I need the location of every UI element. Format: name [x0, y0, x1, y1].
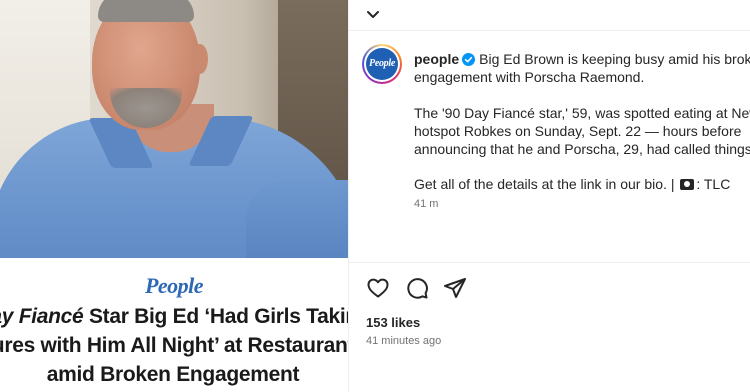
post-timestamp[interactable]: 41 minutes ago [366, 335, 441, 347]
caption-bio-link: Get all of the details at the link in ou… [414, 175, 730, 193]
headline-line3: amid Broken Engagement [46, 363, 300, 386]
caption-line-1: Big Ed Brown is keeping busy amid his br… [479, 51, 750, 67]
paragraph-line-3: announcing that he and Porscha, 29, had … [414, 141, 750, 157]
caption-line-2: engagement with Porscha Raemond. [414, 69, 645, 85]
comment-icon[interactable] [405, 276, 429, 300]
divider [349, 30, 750, 31]
camera-icon [680, 179, 695, 190]
caption-paragraph: The '90 Day Fiancé star,' 59, was spotte… [414, 104, 750, 158]
divider [349, 262, 750, 263]
article-headline: Day Fiancé Star Big Ed ‘Had Girls Taking… [0, 302, 348, 389]
headline-line1: Star Big Ed ‘Had Girls Taking [83, 305, 348, 328]
caption-timestamp: 41 m [414, 198, 439, 210]
heart-icon[interactable] [366, 276, 390, 300]
avatar-logo: People [366, 48, 398, 80]
post-photo [0, 0, 348, 258]
post-caption: people Big Ed Brown is keeping busy amid … [414, 50, 750, 86]
avatar[interactable]: People [362, 44, 402, 84]
likes-count[interactable]: 153 likes [366, 315, 420, 330]
photo-credit: : TLC [696, 176, 731, 192]
bio-text: Get all of the details at the link in ou… [414, 176, 675, 192]
verified-badge-icon [462, 53, 476, 66]
paragraph-line-2: hotspot Robkes on Sunday, Sept. 22 — hou… [414, 123, 742, 139]
headline-italic: Day Fiancé [0, 305, 84, 328]
paragraph-line-1: The '90 Day Fiancé star,' 59, was spotte… [414, 105, 750, 121]
username-link[interactable]: people [414, 51, 459, 67]
headline-line2: ures with Him All Night’ at Restaurant [0, 334, 348, 357]
people-logo: People [144, 273, 204, 298]
chevron-down-icon[interactable] [364, 6, 382, 24]
send-icon[interactable] [443, 276, 467, 300]
post-media[interactable]: People Day Fiancé Star Big Ed ‘Had Girls… [0, 0, 348, 392]
